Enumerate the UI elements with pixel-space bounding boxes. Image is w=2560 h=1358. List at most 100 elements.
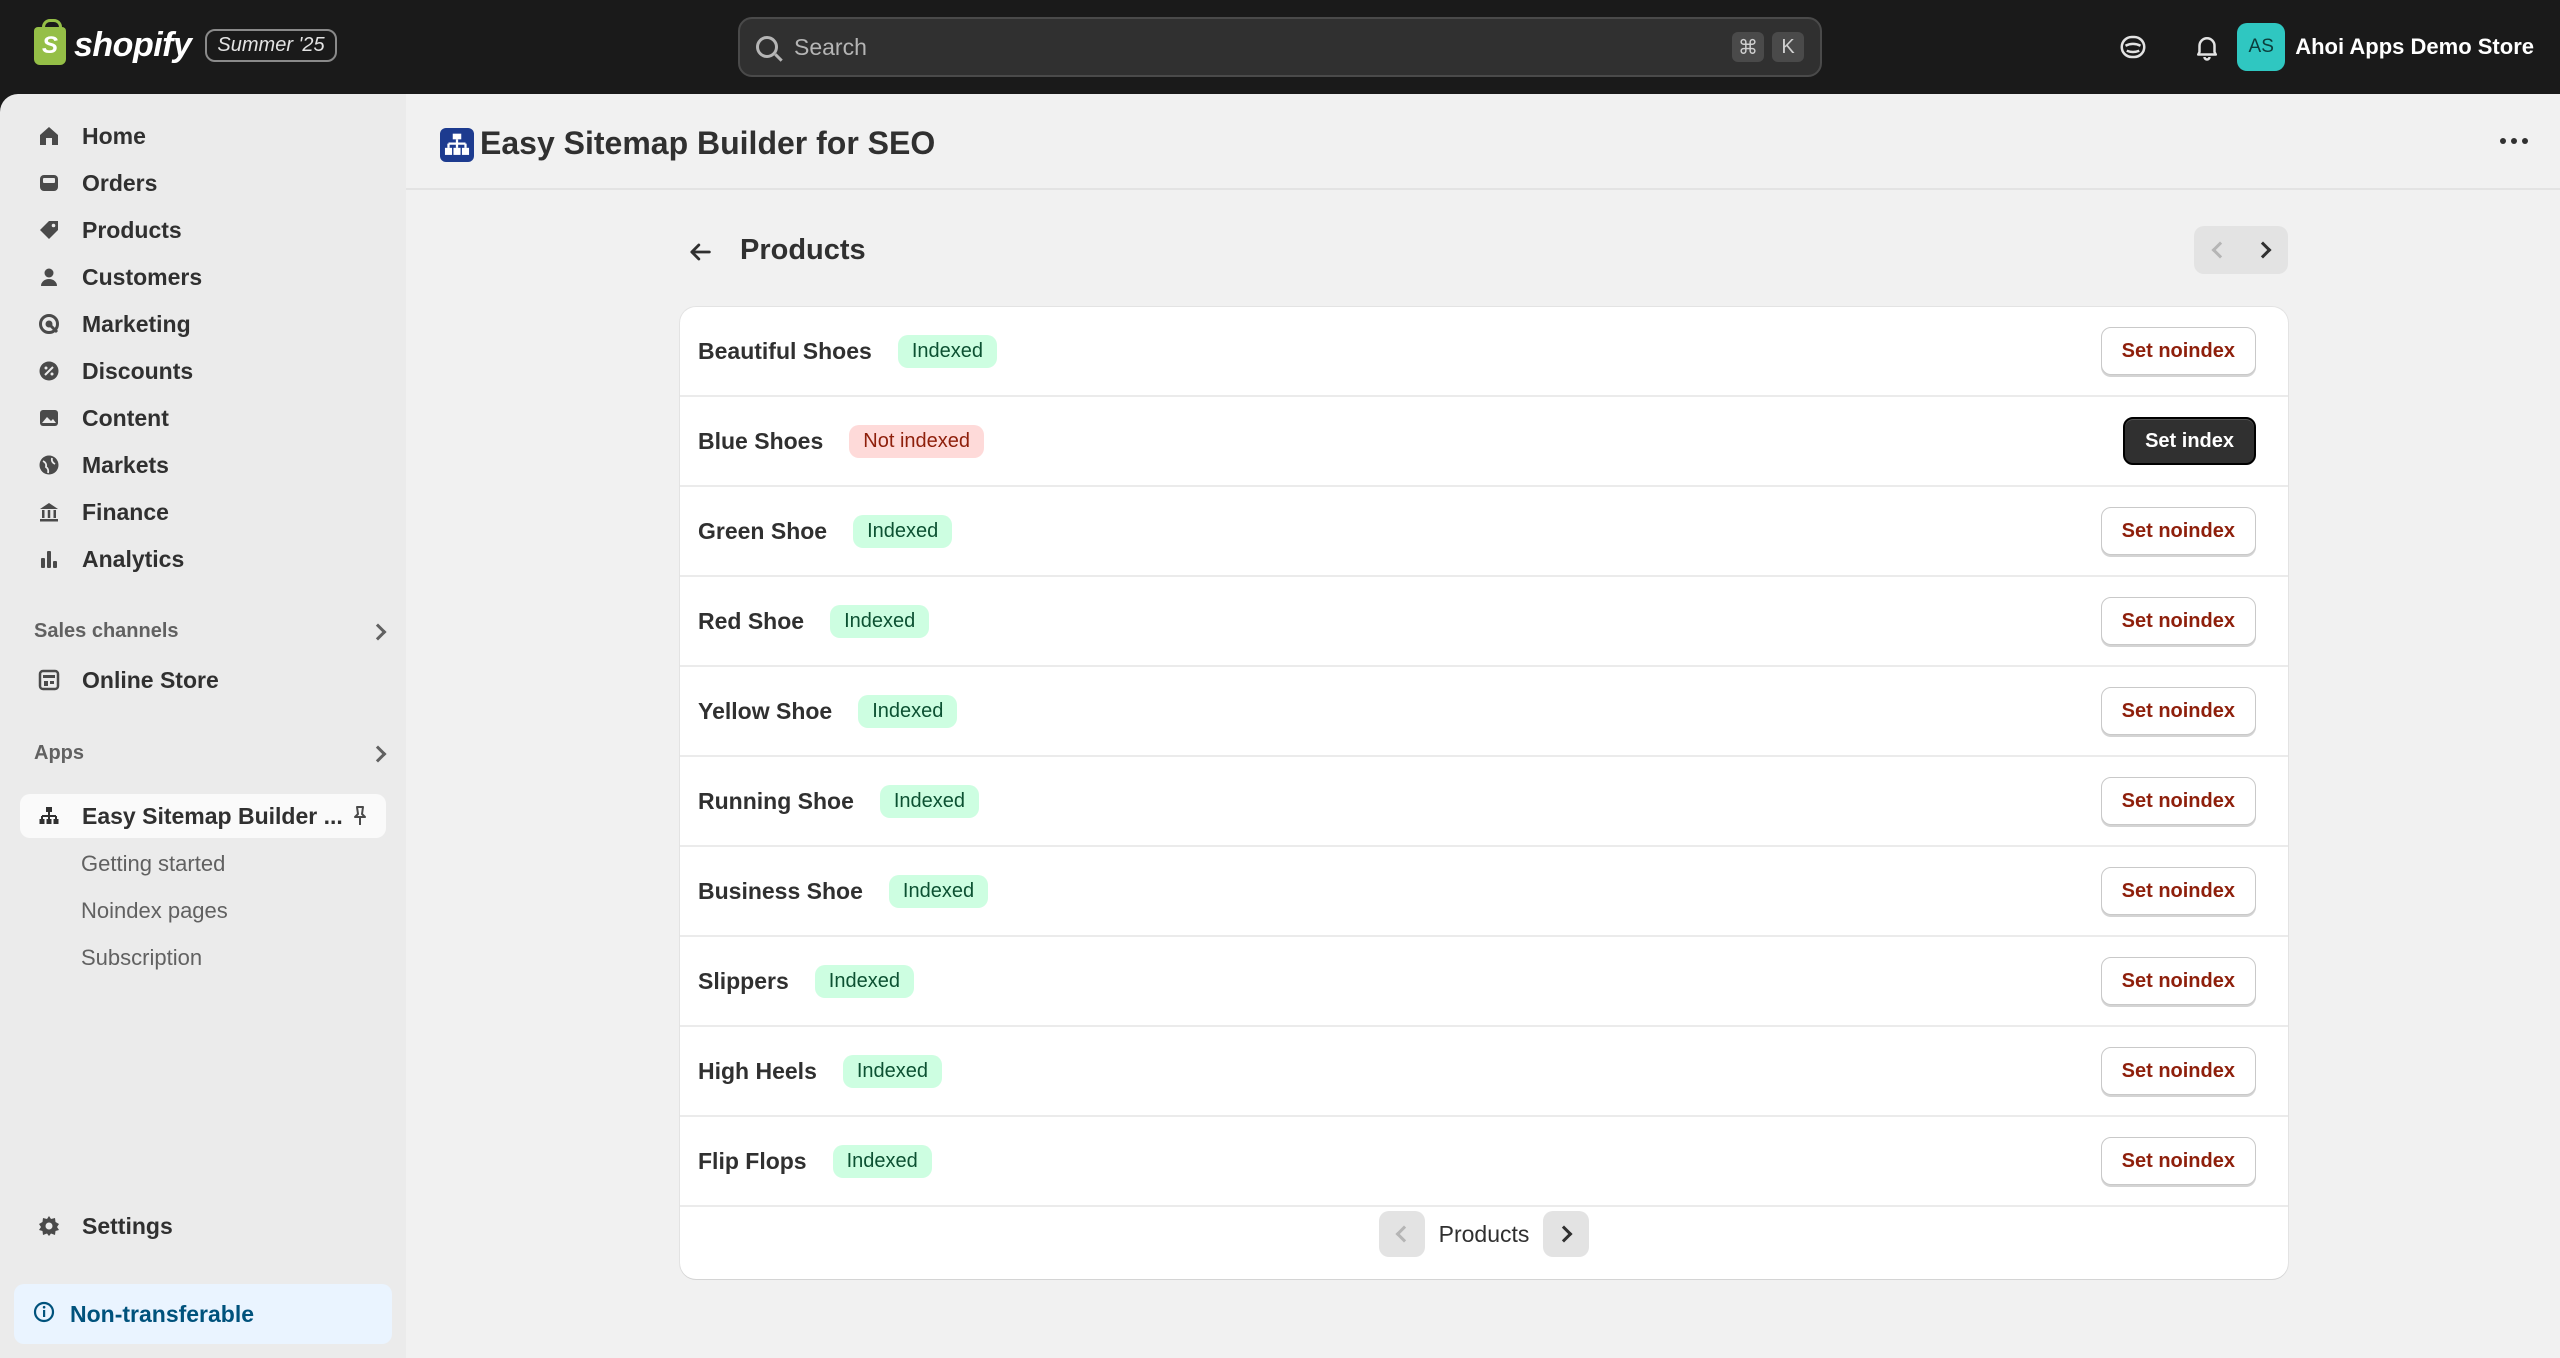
main-content: Easy Sitemap Builder for SEO Products Be…: [406, 94, 2560, 1358]
bar-chart-icon: [36, 546, 62, 572]
edition-badge[interactable]: Summer '25: [205, 29, 337, 62]
pagination-label: Products: [1438, 1220, 1530, 1247]
shopify-logo[interactable]: S shopify Summer '25: [34, 18, 337, 65]
next-page-button[interactable]: [2241, 226, 2288, 274]
set-noindex-button[interactable]: Set noindex: [2100, 327, 2256, 375]
table-row: Green Shoe Indexed Set noindex: [680, 487, 2288, 577]
sidebar-item-label: Settings: [82, 1212, 173, 1239]
sidebar-item-markets[interactable]: Markets: [20, 443, 386, 487]
sidebar-subitem-subscription[interactable]: Subscription: [81, 945, 202, 971]
non-transferable-banner[interactable]: Non-transferable: [14, 1284, 392, 1344]
sidebar-item-label: Products: [82, 216, 182, 243]
search-icon: [756, 36, 778, 58]
sidebar-item-label: Finance: [82, 498, 169, 525]
table-row: Business Shoe Indexed Set noindex: [680, 847, 2288, 937]
header-pagination: [2194, 226, 2288, 274]
previous-page-button[interactable]: [1378, 1211, 1425, 1257]
sidebar-item-products[interactable]: Products: [20, 208, 386, 252]
sidebar-item-easy-sitemap-builder[interactable]: Easy Sitemap Builder ...: [20, 794, 386, 838]
apps-label: Apps: [34, 742, 84, 764]
status-badge: Indexed: [858, 694, 958, 728]
set-noindex-button[interactable]: Set noindex: [2100, 597, 2256, 645]
shortcut-key-cmd: ⌘: [1732, 32, 1764, 62]
table-row: Yellow Shoe Indexed Set noindex: [680, 667, 2288, 757]
sidebar-item-label: Easy Sitemap Builder ...: [82, 802, 343, 829]
search-bar[interactable]: ⌘ K: [738, 17, 1822, 77]
gear-icon: [36, 1213, 62, 1239]
set-noindex-button[interactable]: Set noindex: [2100, 507, 2256, 555]
set-noindex-button[interactable]: Set noindex: [2100, 867, 2256, 915]
back-button[interactable]: [680, 232, 720, 272]
table-row: High Heels Indexed Set noindex: [680, 1027, 2288, 1117]
sidebar-item-marketing[interactable]: Marketing: [20, 302, 386, 346]
sidebar-item-customers[interactable]: Customers: [20, 255, 386, 299]
status-badge: Indexed: [879, 784, 980, 818]
set-noindex-button[interactable]: Set noindex: [2100, 1137, 2256, 1185]
sidebar-item-label: Marketing: [82, 310, 191, 337]
app-header: Easy Sitemap Builder for SEO: [406, 94, 2560, 190]
set-noindex-button[interactable]: Set noindex: [2100, 1047, 2256, 1095]
sidebar-item-label: Analytics: [82, 545, 185, 572]
table-row: Blue Shoes Not indexed Set index: [680, 397, 2288, 487]
image-icon: [36, 405, 62, 431]
app-logo-icon: [440, 128, 474, 162]
product-name: Beautiful Shoes: [698, 337, 872, 364]
next-page-button[interactable]: [1543, 1211, 1590, 1257]
sidebar-item-label: Orders: [82, 169, 158, 196]
bell-icon[interactable]: [2190, 30, 2224, 64]
discount-icon: [36, 358, 62, 384]
table-row: Flip Flops Indexed Set noindex: [680, 1117, 2288, 1207]
orders-icon: [36, 170, 62, 196]
chevron-right-icon: [2254, 241, 2271, 259]
non-transferable-label: Non-transferable: [70, 1300, 255, 1327]
sidebar-item-finance[interactable]: Finance: [20, 490, 386, 534]
sidebar-item-settings[interactable]: Settings: [20, 1204, 386, 1248]
tag-icon: [36, 217, 62, 243]
search-input[interactable]: [794, 33, 1724, 61]
previous-page-button[interactable]: [2194, 226, 2241, 274]
set-index-button[interactable]: Set index: [2123, 417, 2256, 465]
status-badge: Indexed: [888, 874, 989, 908]
sidebar-item-online-store[interactable]: Online Store: [20, 658, 386, 702]
product-name: Green Shoe: [698, 517, 828, 544]
product-name: Yellow Shoe: [698, 697, 833, 724]
sidebar-item-label: Content: [82, 404, 169, 431]
table-row: Running Shoe Indexed Set noindex: [680, 757, 2288, 847]
sidebar-item-home[interactable]: Home: [20, 114, 386, 158]
set-noindex-button[interactable]: Set noindex: [2100, 957, 2256, 1005]
sidebar-item-label: Home: [82, 122, 146, 149]
info-icon: [32, 1300, 56, 1329]
sidebar-item-discounts[interactable]: Discounts: [20, 349, 386, 393]
store-name: Ahoi Apps Demo Store: [2295, 34, 2534, 59]
bank-icon: [36, 499, 62, 525]
chevron-right-icon: [1555, 1225, 1573, 1243]
sidekick-icon[interactable]: [2116, 30, 2150, 64]
more-actions-icon[interactable]: [2500, 138, 2528, 144]
set-noindex-button[interactable]: Set noindex: [2100, 777, 2256, 825]
avatar: AS: [2237, 23, 2286, 71]
shopify-bag-icon: S: [34, 18, 66, 65]
sidebar-subitem-getting-started[interactable]: Getting started: [81, 851, 225, 877]
status-badge: Indexed: [830, 604, 930, 638]
sidebar-item-orders[interactable]: Orders: [20, 161, 386, 205]
status-badge: Indexed: [842, 1054, 943, 1088]
sidebar-item-content[interactable]: Content: [20, 396, 386, 440]
chevron-right-icon: [369, 623, 387, 640]
store-menu[interactable]: AS Ahoi Apps Demo Store: [2237, 23, 2534, 71]
status-badge: Indexed: [853, 514, 953, 548]
target-icon: [36, 311, 62, 337]
store-icon: [36, 667, 62, 693]
product-name: Running Shoe: [698, 787, 854, 814]
apps-header[interactable]: Apps: [34, 742, 387, 765]
products-card: Beautiful Shoes Indexed Set noindex Blue Sh…: [680, 307, 2288, 1279]
sidebar-item-analytics[interactable]: Analytics: [20, 537, 386, 581]
status-badge: Not indexed: [849, 424, 985, 458]
product-name: Business Shoe: [698, 877, 863, 904]
table-row: Beautiful Shoes Indexed Set noindex: [680, 307, 2288, 397]
sales-channels-header[interactable]: Sales channels: [34, 620, 387, 643]
sidebar-subitem-noindex-pages[interactable]: Noindex pages: [81, 898, 228, 924]
product-name: High Heels: [698, 1057, 817, 1084]
set-noindex-button[interactable]: Set noindex: [2100, 687, 2256, 735]
globe-icon: [36, 452, 62, 478]
pin-icon[interactable]: [348, 804, 372, 833]
